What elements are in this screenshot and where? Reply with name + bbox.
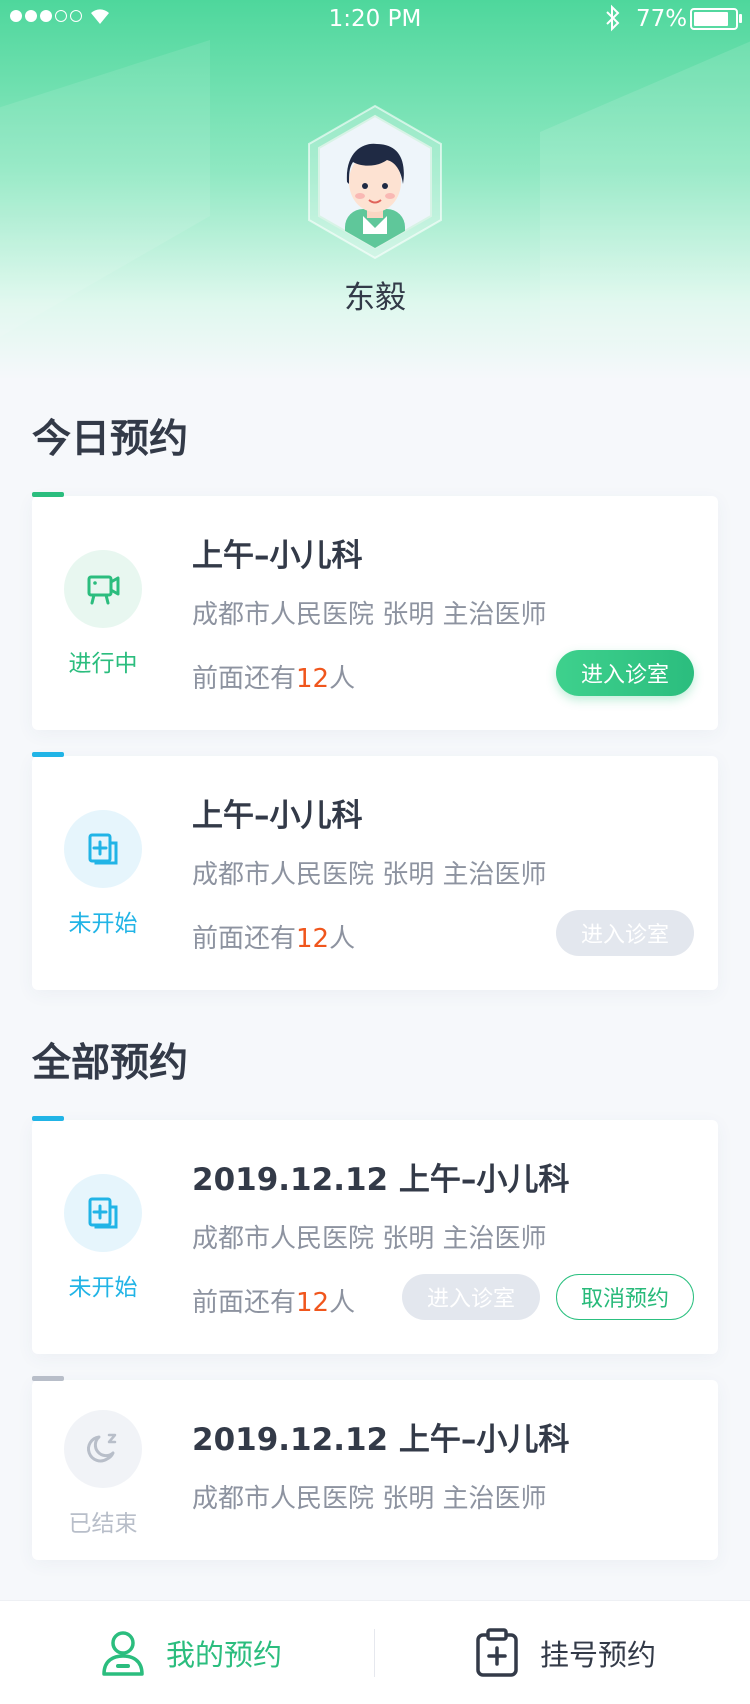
enter-room-button[interactable]: 进入诊室 <box>556 650 694 696</box>
clipboard-plus-icon <box>476 1628 518 1677</box>
tab-label: 挂号预约 <box>540 1638 657 1672</box>
queue-info: 前面还有12人 <box>192 1288 356 1318</box>
medical-plus-icon <box>64 810 142 888</box>
status-label: 未开始 <box>68 911 138 937</box>
appointment-title: 上午–小儿科 <box>192 798 363 834</box>
appointment-doctor: 成都市人民医院 张明 主治医师 <box>192 600 547 630</box>
card-accent <box>32 1376 64 1381</box>
status-label: 未开始 <box>68 1275 138 1301</box>
appointment-doctor: 成都市人民医院 张明 主治医师 <box>192 1484 547 1514</box>
appointment-title: 2019.12.12 上午–小儿科 <box>192 1422 570 1458</box>
battery-percent: 77% <box>636 6 688 32</box>
status-label: 已结束 <box>68 1511 138 1537</box>
card-accent <box>32 752 64 757</box>
section-title-today: 今日预约 <box>32 417 189 462</box>
tab-register[interactable]: 挂号预约 <box>474 1601 656 1704</box>
tab-label: 我的预约 <box>166 1638 283 1672</box>
medical-plus-icon <box>64 1174 142 1252</box>
appointment-card[interactable]: 进行中 上午–小儿科 成都市人民医院 张明 主治医师 前面还有12人 进入诊室 <box>32 492 718 730</box>
battery-tip <box>739 14 742 23</box>
status-bar: 1:20 PM 77% <box>0 0 750 40</box>
queue-count: 12 <box>296 1288 330 1318</box>
user-icon <box>102 1631 144 1676</box>
appointment-doctor: 成都市人民医院 张明 主治医师 <box>192 860 547 890</box>
queue-info: 前面还有12人 <box>192 924 356 954</box>
bluetooth-icon <box>606 4 620 32</box>
tab-my-appointments[interactable]: 我的预约 <box>100 1601 282 1704</box>
appointment-card[interactable]: 未开始 2019.12.12 上午–小儿科 成都市人民医院 张明 主治医师 前面… <box>32 1116 718 1354</box>
appointment-title: 上午–小儿科 <box>192 538 363 574</box>
nav-divider <box>374 1629 375 1677</box>
battery-icon <box>690 8 738 30</box>
video-camera-icon <box>64 550 142 628</box>
queue-info: 前面还有12人 <box>192 664 356 694</box>
card-accent <box>32 1116 64 1121</box>
queue-count: 12 <box>296 664 330 694</box>
enter-room-button[interactable]: 进入诊室 <box>402 1274 540 1320</box>
queue-count: 12 <box>296 924 330 954</box>
user-name: 东毅 <box>344 280 406 316</box>
avatar[interactable] <box>305 104 445 260</box>
appointment-card[interactable]: 已结束 2019.12.12 上午–小儿科 成都市人民医院 张明 主治医师 <box>32 1376 718 1560</box>
section-title-all: 全部预约 <box>32 1041 189 1086</box>
status-label: 进行中 <box>68 651 138 677</box>
avatar-image <box>308 104 442 260</box>
appointment-doctor: 成都市人民医院 张明 主治医师 <box>192 1224 547 1254</box>
cancel-appointment-button[interactable]: 取消预约 <box>556 1274 694 1320</box>
moon-sleep-icon <box>64 1410 142 1488</box>
appointment-title: 2019.12.12 上午–小儿科 <box>192 1162 570 1198</box>
enter-room-button[interactable]: 进入诊室 <box>556 910 694 956</box>
appointment-card[interactable]: 未开始 上午–小儿科 成都市人民医院 张明 主治医师 前面还有12人 进入诊室 <box>32 752 718 990</box>
card-accent <box>32 492 64 497</box>
bottom-nav: 我的预约 挂号预约 <box>0 1600 750 1704</box>
